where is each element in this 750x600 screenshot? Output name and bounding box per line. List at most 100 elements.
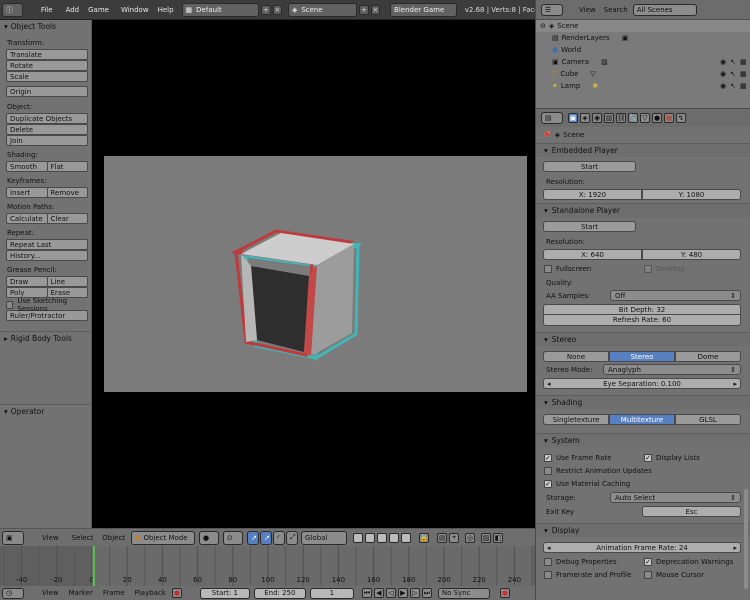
mouse-cursor-checkbox[interactable]: Mouse Cursor — [644, 569, 704, 580]
fullscreen-checkbox[interactable]: Fullscreen — [544, 263, 644, 274]
glsl-button[interactable]: GLSL — [675, 414, 741, 425]
system-header[interactable]: ▾ System — [536, 433, 750, 447]
proportional-edit-icon[interactable]: ◎ — [465, 532, 476, 543]
add-layout-icon[interactable]: + — [261, 4, 271, 15]
visibility-icon[interactable]: ◉ — [720, 58, 726, 66]
menu-select[interactable]: Select — [72, 534, 94, 542]
menu-view[interactable]: View — [42, 589, 59, 597]
render-tab-icon[interactable]: ▣ — [568, 113, 578, 123]
debug-properties-checkbox[interactable]: Debug Properties — [544, 556, 644, 567]
layer-button-5[interactable] — [401, 532, 412, 543]
desktop-checkbox[interactable]: Desktop — [644, 263, 685, 274]
join-button[interactable]: Join — [6, 135, 88, 146]
history-button[interactable]: History... — [6, 250, 88, 261]
selectability-icon[interactable]: ↖ — [730, 70, 736, 78]
editor-type-button[interactable]: ◷ — [2, 587, 24, 599]
layer-button-4[interactable] — [389, 532, 400, 543]
keying-icon[interactable]: ● — [499, 588, 510, 598]
render-engine-selector[interactable]: Blender Game — [390, 2, 457, 17]
physics-tab-icon[interactable]: ↯ — [676, 113, 686, 123]
add-scene-icon[interactable]: + — [359, 4, 369, 15]
rotate-manip-toggle[interactable]: ◜ — [273, 530, 286, 545]
menu-view[interactable]: View — [42, 534, 59, 542]
menu-search[interactable]: Search — [604, 6, 628, 14]
selectability-icon[interactable]: ↖ — [730, 82, 736, 90]
object-tools-header[interactable]: ▾ Object Tools — [0, 20, 91, 33]
framerate-profile-checkbox[interactable]: Framerate and Profile — [544, 569, 644, 580]
embedded-x-field[interactable]: X: 1920 — [543, 189, 642, 200]
refresh-rate-field[interactable]: Refresh Rate: 60 — [543, 315, 741, 326]
menu-playback[interactable]: Playback — [135, 589, 166, 597]
menu-view[interactable]: View — [579, 6, 596, 14]
stereo-header[interactable]: ▾ Stereo — [536, 332, 750, 346]
flat-button[interactable]: Flat — [46, 161, 88, 172]
standalone-start-button[interactable]: Start — [543, 221, 636, 232]
manipulator-toggle[interactable]: ↗ — [247, 530, 260, 545]
layer-button-2[interactable] — [365, 532, 376, 543]
origin-button[interactable]: Origin — [6, 86, 88, 97]
prev-keyframe-icon[interactable]: ◀ — [373, 588, 384, 598]
menu-file[interactable]: File — [41, 6, 53, 14]
scale-manip-toggle[interactable]: ⤢ — [286, 530, 299, 545]
outliner-row-cube[interactable]: ▽ Cube ▽ ◉ ↖ ▦ — [536, 68, 750, 80]
embedded-start-button[interactable]: Start — [543, 161, 636, 172]
editor-type-button[interactable]: ▣ — [2, 530, 24, 545]
render-icon[interactable]: ◧ — [493, 532, 504, 543]
material-tab-icon[interactable]: ● — [652, 113, 662, 123]
next-keyframe-icon[interactable]: ▷ — [409, 588, 420, 598]
display-mode-selector[interactable]: All Scenes — [632, 3, 697, 16]
jump-start-icon[interactable]: ⏮ — [361, 588, 372, 598]
renderability-icon[interactable]: ▦ — [740, 82, 747, 90]
singletexture-button[interactable]: Singletexture — [543, 414, 609, 425]
render-preview-icon[interactable]: ▤ — [437, 532, 448, 543]
eye-separation-field[interactable]: ◂ Eye Separation: 0.100 ▸ — [543, 378, 741, 389]
aa-samples-dropdown[interactable]: Off ⇕ — [610, 290, 741, 301]
renderability-icon[interactable]: ▦ — [740, 58, 747, 66]
play-reverse-icon[interactable]: ◁ — [385, 588, 396, 598]
orientation-selector[interactable]: Global — [301, 530, 348, 545]
menu-game[interactable]: Game — [88, 6, 109, 14]
start-frame-field[interactable]: Start: 1 — [199, 587, 250, 599]
clear-button[interactable]: Clear — [46, 213, 88, 224]
timeline[interactable]: -40-200204060801001201401601802002202402… — [0, 546, 556, 586]
layout-selector[interactable]: ▦ Default — [181, 2, 260, 17]
delete-button[interactable]: Delete — [6, 124, 88, 135]
end-frame-field[interactable]: End: 250 — [253, 587, 306, 599]
rigid-body-tools-header[interactable]: ▸ Rigid Body Tools — [0, 331, 91, 344]
scene-tab-icon[interactable]: ◈ — [580, 113, 590, 123]
operator-header[interactable]: ▾ Operator — [0, 404, 91, 417]
line-button[interactable]: Line — [46, 276, 88, 287]
insert-keyframe-button[interactable]: Insert — [6, 187, 48, 198]
standalone-x-field[interactable]: X: 640 — [543, 249, 642, 260]
modifiers-tab-icon[interactable]: 🔧 — [628, 113, 638, 123]
standalone-player-header[interactable]: ▾ Standalone Player — [536, 203, 750, 217]
translate-manip-toggle[interactable]: ↗ — [260, 530, 273, 545]
pin-icon[interactable]: 📌 — [542, 131, 551, 139]
menu-window[interactable]: Window — [121, 6, 149, 14]
menu-frame[interactable]: Frame — [103, 589, 125, 597]
jump-end-icon[interactable]: ⏭ — [421, 588, 432, 598]
animation-frame-rate-field[interactable]: ◂ Animation Frame Rate: 24 ▸ — [543, 542, 741, 553]
bit-depth-field[interactable]: Bit Depth: 32 — [543, 304, 741, 315]
world-tab-icon[interactable]: ◉ — [592, 113, 602, 123]
embedded-player-header[interactable]: ▾ Embedded Player — [536, 143, 750, 157]
3d-viewport[interactable] — [92, 20, 535, 528]
editor-type-button[interactable]: ⓘ — [2, 2, 23, 17]
menu-object[interactable]: Object — [102, 534, 125, 542]
draw-button[interactable]: Draw — [6, 276, 48, 287]
shading-selector[interactable]: ● — [199, 530, 220, 545]
scale-button[interactable]: Scale — [6, 71, 88, 82]
object-tab-icon[interactable]: ▧ — [604, 113, 614, 123]
data-tab-icon[interactable]: ▽ — [640, 113, 650, 123]
editor-type-button[interactable]: ▤ — [541, 112, 563, 124]
outliner-row-camera[interactable]: ▣ Camera ▨ ◉ ↖ ▦ — [536, 56, 750, 68]
display-lists-checkbox[interactable]: ✓ Display Lists — [644, 452, 700, 463]
deprecation-warnings-checkbox[interactable]: ✓ Deprecation Warnings — [644, 556, 733, 567]
scene-selector[interactable]: ◈ Scene — [287, 2, 358, 17]
outliner-row-lamp[interactable]: ✦ Lamp ✱ ◉ ↖ ▦ — [536, 80, 750, 92]
outliner-row-scene[interactable]: ⊖ ◈ Scene — [536, 20, 750, 32]
embedded-y-field[interactable]: Y: 1080 — [642, 189, 741, 200]
play-icon[interactable]: ▶ — [397, 588, 408, 598]
menu-marker[interactable]: Marker — [69, 589, 93, 597]
mode-selector[interactable]: ◆ Object Mode — [131, 530, 196, 545]
